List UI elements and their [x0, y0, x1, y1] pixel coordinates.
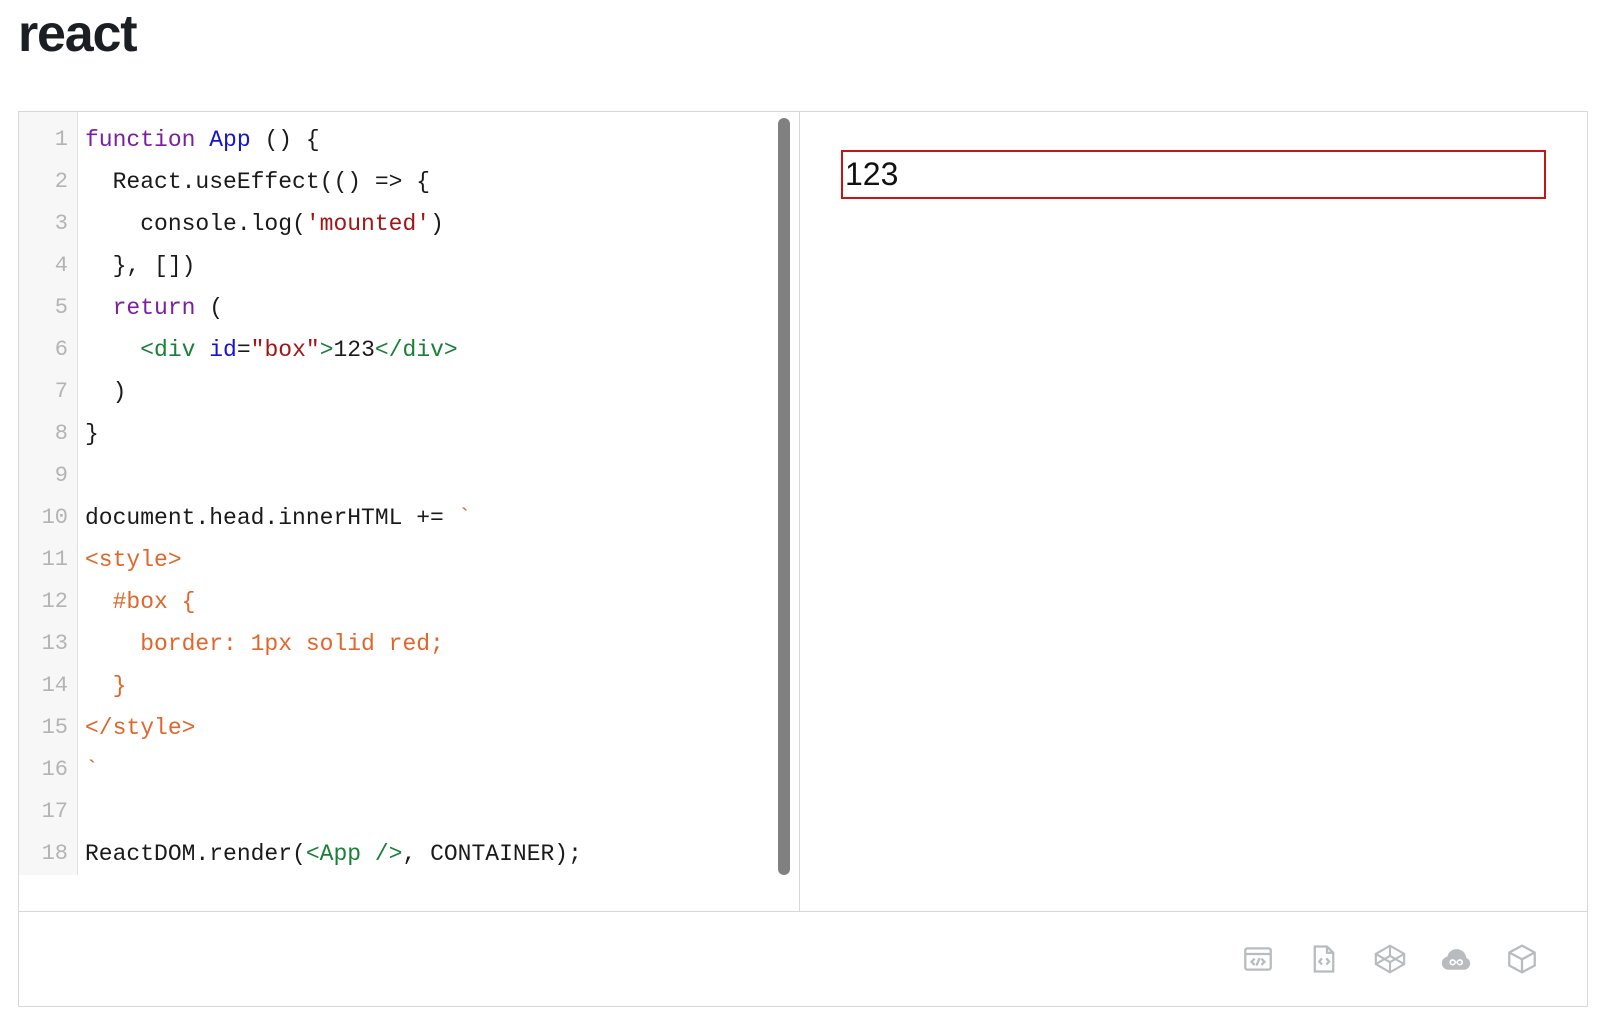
code-line[interactable]: </style>: [85, 707, 799, 749]
code-token: console.log(: [85, 211, 306, 237]
line-number: 14: [41, 673, 68, 698]
code-token: >: [319, 337, 334, 363]
code-token: function: [85, 127, 196, 153]
line-number: 9: [54, 463, 68, 488]
codepen-icon[interactable]: [1373, 942, 1407, 976]
code-line[interactable]: function App () {: [85, 119, 799, 161]
code-token: `: [85, 757, 99, 783]
code-editor-inner: 1 2 3 4 5 6 7 8 9 10 11 12 13 14 15 16 17 18 function App…: [19, 112, 799, 875]
code-token: document.head.innerHTML +=: [85, 505, 458, 531]
code-token: "box": [250, 337, 320, 363]
editor-scrollbar-thumb[interactable]: [778, 118, 790, 875]
code-token: ): [430, 211, 444, 237]
code-token: 'mounted': [305, 211, 431, 237]
code-token: , CONTAINER);: [402, 841, 582, 867]
code-token: (: [195, 295, 224, 321]
open-in-browser-icon[interactable]: [1241, 942, 1275, 976]
line-number: 7: [54, 379, 68, 404]
code-line[interactable]: React.useEffect(() => {: [85, 161, 799, 203]
code-line[interactable]: <style>: [85, 539, 799, 581]
codesandbox-cloud-icon[interactable]: [1439, 942, 1473, 976]
code-token: =: [236, 337, 251, 363]
code-token: id: [209, 337, 237, 363]
line-number: 6: [54, 337, 68, 362]
line-number: 5: [54, 295, 68, 320]
playground-container: 1 2 3 4 5 6 7 8 9 10 11 12 13 14 15 16 17 18 function App…: [18, 111, 1588, 1007]
rendered-box: 123: [841, 150, 1546, 199]
code-token: <App />: [305, 841, 403, 867]
code-line[interactable]: #box {: [85, 581, 799, 623]
line-number: 15: [41, 715, 68, 740]
code-line[interactable]: }: [85, 665, 799, 707]
code-token: border: 1px solid red;: [85, 631, 444, 657]
line-number: 16: [41, 757, 68, 782]
code-line[interactable]: }: [85, 413, 799, 455]
code-token: () {: [250, 127, 320, 153]
preview-surface: 123: [800, 112, 1587, 911]
code-line[interactable]: console.log('mounted'): [85, 203, 799, 245]
line-number: 12: [41, 589, 68, 614]
line-number: 11: [41, 547, 68, 572]
code-token: }: [85, 421, 99, 447]
code-token: App: [209, 127, 251, 153]
code-token: </div>: [374, 337, 458, 363]
code-line[interactable]: document.head.innerHTML += `: [85, 497, 799, 539]
action-bar: [19, 912, 1587, 1006]
code-token: <div: [140, 337, 196, 363]
line-number: 8: [54, 421, 68, 446]
panes: 1 2 3 4 5 6 7 8 9 10 11 12 13 14 15 16 17 18 function App…: [19, 112, 1587, 912]
line-number: 17: [41, 799, 68, 824]
code-token: React.useEffect(() => {: [85, 169, 431, 195]
code-token: ): [85, 379, 127, 405]
code-editor[interactable]: 1 2 3 4 5 6 7 8 9 10 11 12 13 14 15 16 17 18 function App…: [19, 112, 800, 911]
code-token: #box {: [85, 589, 196, 615]
code-line[interactable]: return (: [85, 287, 799, 329]
line-number: 2: [54, 169, 68, 194]
code-line[interactable]: ): [85, 371, 799, 413]
code-token: }: [85, 673, 127, 699]
code-line[interactable]: [85, 791, 799, 833]
code-token: <style>: [85, 547, 182, 573]
page-title: react: [18, 5, 138, 63]
code-line[interactable]: <div id="box">123</div>: [85, 329, 799, 371]
open-file-code-icon[interactable]: [1307, 942, 1341, 976]
code-line[interactable]: ReactDOM.render(<App />, CONTAINER);: [85, 833, 799, 875]
code-content[interactable]: function App () { React.useEffect(() => …: [78, 112, 799, 875]
line-number: 3: [54, 211, 68, 236]
line-number: 13: [41, 631, 68, 656]
line-number: 4: [54, 253, 68, 278]
code-token: 123: [333, 337, 375, 363]
code-token: </style>: [85, 715, 196, 741]
line-number-gutter: 1 2 3 4 5 6 7 8 9 10 11 12 13 14 15 16 17 18: [19, 112, 78, 875]
code-line[interactable]: `: [85, 749, 799, 791]
line-number: 10: [41, 505, 68, 530]
code-line[interactable]: [85, 455, 799, 497]
preview-pane: 123: [800, 112, 1587, 911]
line-number: 18: [41, 841, 68, 866]
stackblitz-box-icon[interactable]: [1505, 942, 1539, 976]
code-token: return: [112, 295, 196, 321]
code-line[interactable]: }, []): [85, 245, 799, 287]
code-token: ReactDOM.render(: [85, 841, 306, 867]
code-token: }, []): [85, 253, 196, 279]
code-line[interactable]: border: 1px solid red;: [85, 623, 799, 665]
code-token: `: [457, 505, 472, 531]
editor-scrollbar[interactable]: [777, 112, 791, 911]
line-number: 1: [54, 127, 68, 152]
